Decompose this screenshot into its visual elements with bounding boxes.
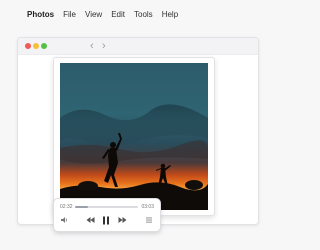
menu-help[interactable]: Help [162,10,178,19]
menu-edit[interactable]: Edit [111,10,125,19]
fast-forward-icon[interactable] [116,214,128,226]
playlist-icon[interactable] [143,214,155,226]
close-window-button[interactable] [25,43,31,49]
progress-bar[interactable] [75,206,138,208]
menu-bar: Photos File View Edit Tools Help [0,0,250,28]
progress-fill [75,206,88,208]
menu-app-name[interactable]: Photos [27,10,54,19]
volume-icon[interactable] [58,214,70,226]
menu-file[interactable]: File [63,10,76,19]
rewind-icon[interactable] [84,214,96,226]
window-titlebar: ‹ › [18,38,258,55]
menu-tools[interactable]: Tools [134,10,153,19]
back-arrow-icon[interactable]: ‹ [90,40,94,52]
zoom-window-button[interactable] [41,43,47,49]
pause-icon[interactable] [100,214,112,226]
minimize-window-button[interactable] [33,43,39,49]
current-time: 02:32 [60,204,73,210]
photo-image [60,63,208,210]
menu-view[interactable]: View [85,10,102,19]
total-time: 03:03 [141,204,154,210]
forward-arrow-icon[interactable]: › [102,40,106,52]
media-player-bar: 02:32 03:03 [53,198,161,232]
photo-card[interactable] [53,57,215,216]
